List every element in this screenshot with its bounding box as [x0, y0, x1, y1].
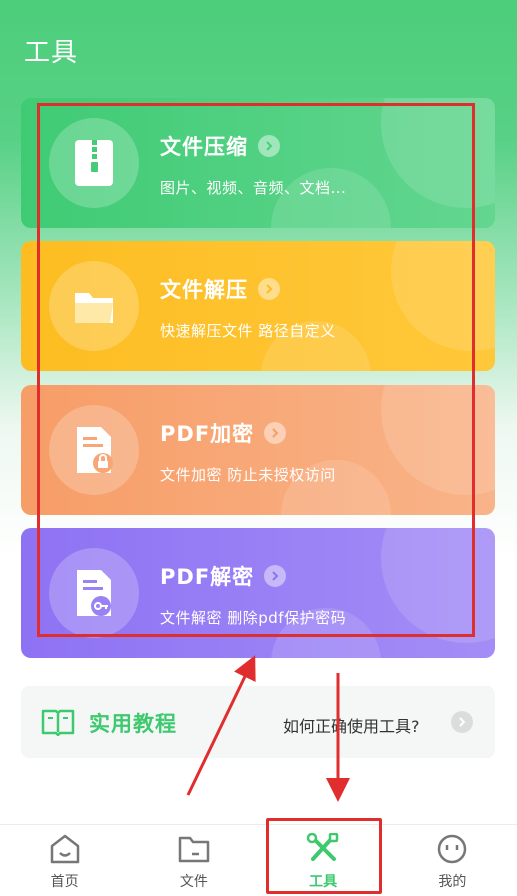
file-lock-icon: [49, 405, 139, 495]
tab-label: 我的: [438, 874, 467, 890]
card-title: 文件解压: [160, 278, 248, 302]
card-title: 文件压缩: [160, 135, 248, 159]
pdf-decrypt-card[interactable]: PDF解密 文件解密 删除pdf保护密码: [21, 528, 495, 658]
compress-card[interactable]: 文件压缩 图片、视频、音频、文档...: [21, 98, 495, 228]
tutorial-title: 实用教程: [89, 712, 177, 736]
card-subtitle: 图片、视频、音频、文档...: [160, 179, 347, 197]
home-icon: [50, 834, 79, 864]
chevron-right-icon: [264, 422, 287, 444]
extract-card[interactable]: 文件解压 快速解压文件 路径自定义: [21, 241, 495, 371]
zip-file-icon: [49, 118, 139, 208]
file-key-icon: [49, 548, 139, 638]
tab-profile[interactable]: 我的: [388, 825, 517, 896]
tab-files[interactable]: 文件: [129, 825, 258, 896]
profile-icon: [438, 834, 467, 864]
chevron-right-icon: [258, 278, 280, 300]
card-subtitle: 文件解密 删除pdf保护密码: [160, 609, 347, 627]
tab-label: 工具: [309, 874, 338, 890]
tab-home[interactable]: 首页: [0, 825, 129, 896]
chevron-right-icon: [258, 135, 280, 157]
tutorial-row[interactable]: 实用教程 如何正确使用工具?: [21, 686, 495, 758]
page-title: 工具: [24, 38, 79, 68]
tab-label: 首页: [50, 874, 79, 890]
card-title: PDF加密: [160, 422, 255, 446]
card-subtitle: 文件加密 防止未授权访问: [160, 466, 336, 484]
folder-icon: [178, 836, 210, 863]
tab-label: 文件: [179, 874, 208, 890]
tools-icon: [306, 833, 339, 861]
folder-icon: [49, 261, 139, 351]
bottom-tab-bar: 首页 文件 工具 我的: [0, 824, 517, 896]
tutorial-link[interactable]: 如何正确使用工具?: [283, 713, 420, 737]
book-icon: [41, 709, 75, 736]
card-subtitle: 快速解压文件 路径自定义: [160, 322, 336, 340]
chevron-right-icon: [451, 711, 473, 733]
tab-tools[interactable]: 工具: [259, 825, 388, 896]
card-title: PDF解密: [160, 565, 255, 589]
pdf-encrypt-card[interactable]: PDF加密 文件加密 防止未授权访问: [21, 385, 495, 515]
chevron-right-icon: [264, 565, 287, 587]
